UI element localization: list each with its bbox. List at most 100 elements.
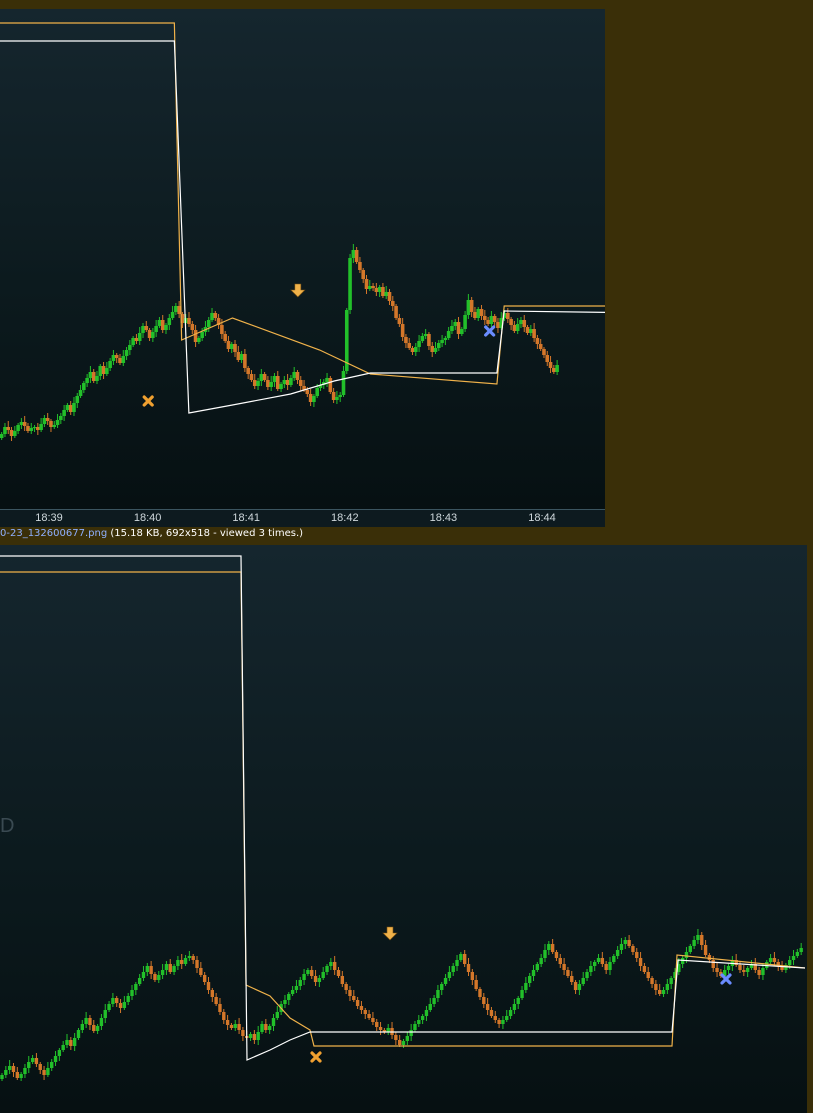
candle	[121, 356, 126, 363]
candle	[183, 958, 188, 964]
candle	[50, 1062, 54, 1068]
candle	[69, 1040, 73, 1046]
candle	[410, 348, 415, 352]
candle	[180, 960, 184, 964]
candle	[210, 313, 214, 320]
candle	[466, 964, 471, 972]
candle	[115, 998, 119, 1003]
candle	[321, 972, 325, 978]
candle	[509, 319, 513, 325]
candle	[27, 1062, 31, 1068]
candle	[329, 962, 333, 966]
candle	[57, 1050, 62, 1056]
candle	[107, 1004, 111, 1010]
candle	[157, 975, 161, 980]
candle	[45, 418, 50, 421]
candle	[197, 338, 201, 342]
candle	[462, 954, 467, 964]
candle	[436, 343, 441, 348]
candle	[126, 996, 130, 1002]
candle	[485, 1004, 490, 1010]
candle	[364, 279, 369, 289]
candle	[669, 978, 673, 984]
candle	[354, 250, 359, 262]
candle	[570, 976, 574, 982]
candle	[542, 349, 546, 355]
candle	[11, 1066, 16, 1072]
candle	[312, 396, 316, 402]
candle	[38, 1064, 42, 1070]
candle	[423, 334, 428, 336]
candle	[460, 329, 464, 334]
candle	[36, 427, 40, 430]
candle	[627, 940, 631, 946]
candle	[715, 968, 719, 972]
candle	[554, 952, 559, 958]
candle	[508, 1010, 513, 1016]
candle	[401, 1041, 406, 1045]
candle	[282, 380, 287, 384]
candle	[147, 330, 152, 338]
candle	[604, 964, 608, 970]
candle	[264, 1024, 268, 1030]
candle	[478, 989, 482, 997]
candle	[153, 974, 157, 980]
candle	[229, 344, 234, 349]
candle	[99, 1018, 104, 1026]
candle	[344, 984, 348, 990]
candle	[400, 324, 405, 337]
candle	[665, 984, 670, 990]
candle	[328, 378, 333, 392]
candle	[612, 956, 616, 962]
candle	[157, 320, 162, 326]
bottom-chart-panel: D	[0, 545, 807, 1113]
candle	[768, 958, 773, 962]
candle	[524, 983, 528, 990]
candle	[160, 970, 165, 975]
candle	[700, 935, 704, 945]
sell-arrow-icon	[290, 283, 306, 298]
candle	[32, 427, 37, 429]
candle	[555, 365, 559, 372]
bottom-filename[interactable]: 0-23_132600677.png	[0, 528, 107, 539]
candle	[623, 940, 627, 944]
candle	[470, 972, 475, 980]
candle	[654, 984, 658, 990]
candle	[512, 325, 517, 331]
candle	[313, 976, 318, 982]
candle	[577, 984, 582, 990]
candle	[249, 374, 254, 380]
candle	[367, 1014, 371, 1018]
candle	[642, 966, 647, 972]
candle	[550, 944, 555, 952]
candle	[206, 320, 211, 327]
candle	[272, 376, 277, 382]
candle	[489, 316, 494, 324]
candle	[252, 380, 257, 386]
candle	[466, 300, 471, 315]
candle	[338, 395, 342, 397]
candle	[229, 1025, 234, 1028]
candle	[631, 946, 635, 952]
candle	[367, 286, 372, 289]
candle	[547, 944, 551, 950]
candle	[474, 980, 478, 989]
candle	[317, 978, 322, 982]
candle	[302, 974, 306, 980]
candle	[294, 986, 299, 990]
candle	[657, 990, 662, 994]
time-tick-label: 18:40	[133, 512, 162, 524]
candle	[348, 258, 352, 310]
candle	[447, 972, 452, 978]
candle	[92, 1025, 96, 1031]
candle	[600, 958, 605, 964]
candle	[688, 946, 692, 952]
candle	[246, 368, 250, 374]
candle	[287, 994, 291, 1000]
candle	[134, 984, 138, 990]
candle	[405, 1036, 410, 1041]
candle	[59, 416, 63, 420]
candle	[19, 422, 24, 425]
candle	[0, 434, 4, 438]
candle	[757, 970, 761, 975]
